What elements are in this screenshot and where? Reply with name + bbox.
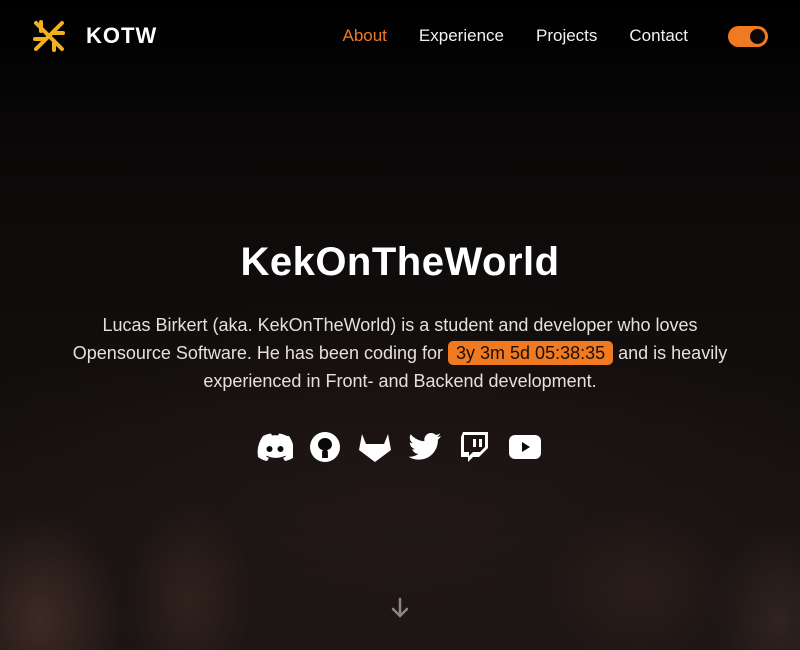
nav-experience[interactable]: Experience [419, 26, 504, 46]
twitter-icon[interactable] [407, 429, 443, 465]
hero-title: KekOnTheWorld [240, 240, 560, 284]
coding-time-badge: 3y 3m 5d 05:38:35 [448, 341, 614, 365]
header: KOTW About Experience Projects Contact [0, 0, 800, 72]
nav-projects[interactable]: Projects [536, 26, 597, 46]
logo[interactable]: KOTW [32, 19, 157, 53]
nav-about[interactable]: About [342, 26, 386, 46]
twitch-icon[interactable] [457, 429, 493, 465]
github-icon[interactable] [307, 429, 343, 465]
brand-name: KOTW [86, 23, 158, 48]
scroll-down-arrow-icon[interactable] [388, 596, 412, 620]
logo-icon [33, 20, 65, 52]
gitlab-icon[interactable] [357, 429, 393, 465]
main-nav: About Experience Projects Contact [342, 26, 688, 46]
social-links [0, 429, 800, 465]
discord-icon[interactable] [257, 429, 293, 465]
theme-toggle[interactable] [728, 25, 768, 47]
youtube-icon[interactable] [507, 429, 543, 465]
hero: KekOnTheWorld Lucas Birkert (aka. KekOnT… [0, 240, 800, 465]
nav-contact[interactable]: Contact [629, 26, 688, 46]
bio: Lucas Birkert (aka. KekOnTheWorld) is a … [70, 311, 730, 395]
